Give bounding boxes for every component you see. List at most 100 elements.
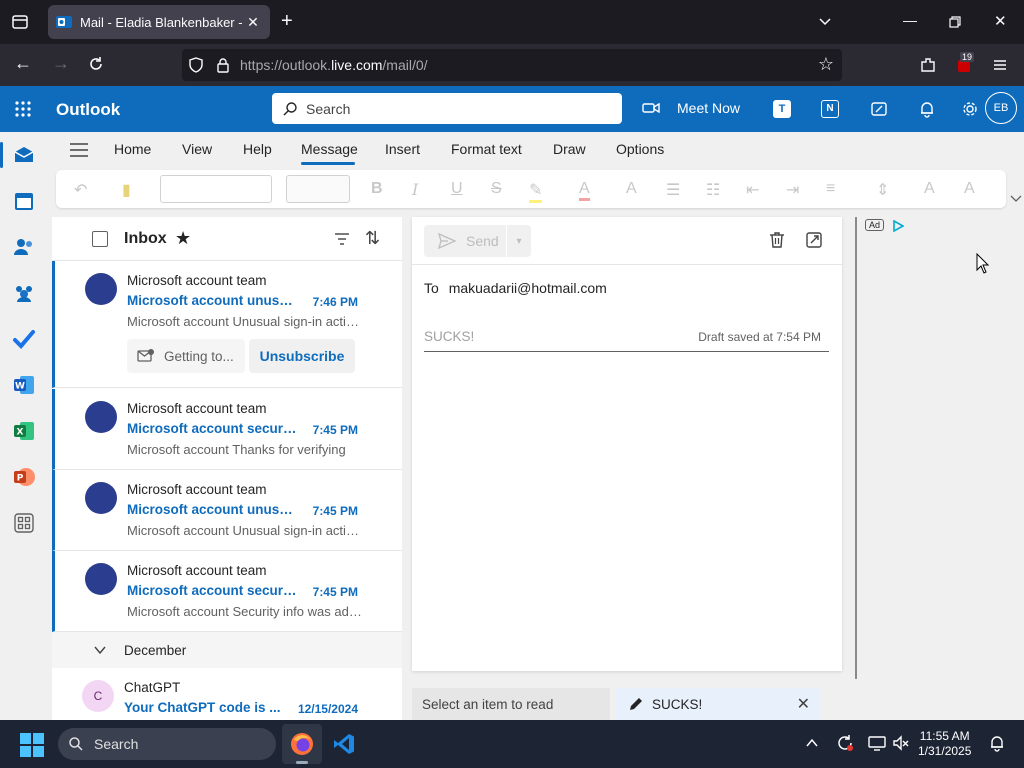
numbering-icon[interactable]: ☷ (706, 180, 720, 200)
bookmark-star-icon[interactable]: ☆ (818, 54, 834, 75)
word-icon[interactable]: W (12, 373, 36, 397)
close-tab-icon[interactable]: ✕ (244, 14, 262, 31)
line-spacing-icon[interactable]: ⇕ (876, 180, 889, 200)
display-icon[interactable] (868, 734, 886, 752)
decrease-indent-icon[interactable]: ⇤ (746, 180, 759, 200)
windows-start-icon[interactable] (20, 733, 44, 757)
bell-icon[interactable] (918, 100, 936, 118)
firefox-taskbar-button[interactable] (282, 724, 322, 764)
select-all-checkbox[interactable] (92, 231, 108, 247)
tab-format-text[interactable]: Format text (451, 141, 522, 157)
vscode-icon[interactable] (332, 732, 356, 756)
excel-icon[interactable]: X (12, 419, 36, 443)
list-item[interactable]: Microsoft account team Microsoft account… (52, 261, 402, 388)
compose-note-icon[interactable] (870, 100, 888, 118)
ad-badge[interactable]: Ad (865, 219, 885, 231)
forward-icon[interactable]: → (52, 53, 70, 74)
settings-gear-icon[interactable] (963, 100, 977, 118)
calendar-icon[interactable] (12, 189, 36, 213)
unsubscribe-button[interactable]: Unsubscribe (249, 339, 355, 373)
menu-icon[interactable] (992, 57, 1008, 73)
taskbar-search-input[interactable]: Search (58, 728, 276, 760)
groups-icon[interactable] (12, 281, 36, 305)
format-painter-icon[interactable]: ▮ (122, 180, 131, 200)
extensions-icon[interactable] (919, 56, 937, 74)
favorite-star-icon[interactable]: ★ (175, 228, 191, 249)
ribbon-expand-chevron-icon[interactable] (1010, 194, 1022, 204)
list-item[interactable]: Microsoft account team Microsoft account… (52, 389, 402, 470)
styles-icon[interactable]: A (626, 180, 637, 198)
shield-icon[interactable] (188, 57, 204, 73)
onenote-icon[interactable]: N (821, 100, 839, 118)
bullets-icon[interactable]: ☰ (666, 180, 680, 200)
url-bar[interactable]: https://outlook.live.com/mail/0/ ☆ (182, 49, 842, 81)
more-apps-icon[interactable] (12, 511, 36, 535)
speaker-muted-icon[interactable] (892, 734, 910, 752)
adchoices-icon[interactable] (892, 220, 904, 232)
pop-out-icon[interactable] (805, 231, 823, 249)
search-input[interactable]: Search (272, 93, 622, 124)
chevron-down-icon[interactable] (818, 15, 832, 29)
people-icon[interactable] (12, 235, 36, 259)
meet-now-button[interactable]: Meet Now (642, 100, 740, 116)
undo-icon[interactable]: ↶ (74, 180, 87, 200)
back-icon[interactable]: ← (14, 53, 32, 74)
tab-insert[interactable]: Insert (385, 141, 420, 157)
list-item[interactable]: Microsoft account team Microsoft account… (52, 470, 402, 551)
highlight-icon[interactable]: ✎ (529, 180, 543, 203)
tab-message[interactable]: Message (301, 141, 358, 157)
app-launcher-icon[interactable] (15, 101, 31, 117)
tab-list-icon[interactable] (11, 13, 29, 31)
subscript-icon[interactable]: A (924, 180, 935, 198)
tab-help[interactable]: Help (243, 141, 272, 157)
trash-icon[interactable] (768, 231, 786, 249)
tab-view[interactable]: View (182, 141, 212, 157)
filter-icon[interactable] (334, 232, 350, 246)
ublock-icon[interactable]: 19 (956, 52, 975, 72)
send-options-chevron-icon[interactable]: ▾ (507, 225, 531, 257)
tab-options[interactable]: Options (616, 141, 664, 157)
group-header-december[interactable]: December (52, 632, 402, 668)
list-item[interactable]: Microsoft account team Microsoft account… (52, 551, 402, 632)
outlook-brand[interactable]: Outlook (56, 100, 120, 120)
powerpoint-icon[interactable]: P (12, 465, 36, 489)
underline-icon[interactable]: U (451, 180, 463, 198)
increase-indent-icon[interactable]: ⇥ (786, 180, 799, 200)
restore-icon[interactable] (949, 16, 961, 28)
reading-pane-tab[interactable]: Select an item to read (412, 688, 610, 720)
align-icon[interactable]: ≡ (826, 180, 835, 198)
hamburger-menu-icon[interactable] (70, 143, 88, 157)
close-draft-tab-icon[interactable]: ✕ (797, 694, 810, 714)
lock-icon[interactable] (216, 57, 230, 73)
send-button[interactable]: Send (424, 225, 506, 257)
system-clock[interactable]: 11:55 AM 1/31/2025 (918, 729, 971, 759)
draft-tab[interactable]: SUCKS! ✕ (616, 688, 820, 720)
teams-icon[interactable]: T (773, 100, 791, 118)
minimize-icon[interactable]: — (903, 12, 917, 28)
bold-icon[interactable]: B (371, 180, 383, 198)
to-field[interactable]: To makuadarii@hotmail.com (424, 280, 607, 296)
tab-home[interactable]: Home (114, 141, 151, 157)
strikethrough-icon[interactable]: S (491, 180, 502, 198)
close-window-icon[interactable]: ✕ (994, 12, 1007, 30)
list-item[interactable]: C ChatGPT Your ChatGPT code is ... 12/15… (52, 668, 402, 720)
subject-field[interactable]: SUCKS! Draft saved at 7:54 PM (424, 328, 829, 352)
sort-icon[interactable]: ⇅ (365, 228, 380, 249)
font-name-box[interactable] (160, 175, 272, 203)
superscript-icon[interactable]: A (964, 180, 975, 198)
chevron-up-icon[interactable] (806, 738, 818, 748)
new-tab-icon[interactable]: + (281, 10, 293, 33)
attachment-chip[interactable]: Getting to... (127, 339, 245, 373)
italic-icon[interactable]: I (412, 180, 418, 199)
mail-icon[interactable] (12, 143, 36, 167)
notification-bell-icon[interactable] (988, 734, 1006, 752)
font-size-box[interactable] (286, 175, 350, 203)
todo-check-icon[interactable] (12, 327, 36, 351)
recipient[interactable]: makuadarii@hotmail.com (449, 280, 607, 296)
font-color-icon[interactable]: A (579, 180, 590, 201)
browser-tab[interactable]: Mail - Eladia Blankenbaker - Outlook ✕ (48, 5, 270, 39)
account-avatar[interactable]: EB (985, 92, 1017, 124)
sync-icon[interactable] (836, 734, 854, 752)
tab-draw[interactable]: Draw (553, 141, 586, 157)
reload-icon[interactable] (87, 55, 105, 73)
